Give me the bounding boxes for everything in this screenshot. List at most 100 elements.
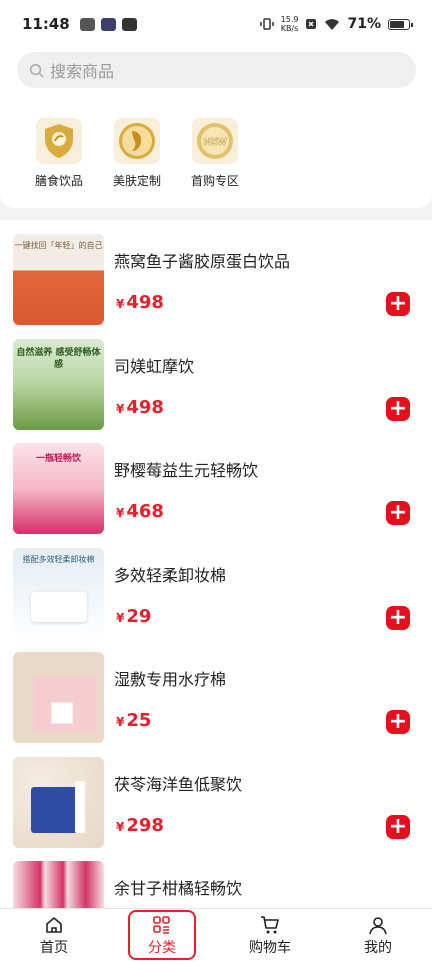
profile-icon xyxy=(369,917,387,935)
plus-icon: + xyxy=(388,395,408,421)
currency-symbol: ¥ xyxy=(116,715,125,729)
poria-drink-sachet xyxy=(75,780,85,833)
nav-label: 首页 xyxy=(40,940,68,956)
product-price: ¥298 xyxy=(116,815,164,836)
product-item[interactable]: 湿敷专用水疗棉 ¥25 + xyxy=(0,638,432,743)
product-image: 一键找回「年轻」的自己 xyxy=(13,234,104,325)
currency-symbol: ¥ xyxy=(116,506,125,520)
cotton-pad-box xyxy=(31,591,87,622)
price-value: 498 xyxy=(126,396,164,418)
plus-icon: + xyxy=(388,709,408,734)
add-to-cart-button[interactable]: + xyxy=(386,710,410,734)
product-name: 多效轻柔卸妆棉 xyxy=(114,565,227,585)
wifi-icon xyxy=(325,18,340,30)
currency-symbol: ¥ xyxy=(116,297,125,311)
product-name: 余甘子柑橘轻畅饮 xyxy=(114,879,243,898)
top-area: 搜索商品 膳食饮品 美肤定制 NEW 首购专区 xyxy=(0,48,432,208)
bottom-nav: 首页 分类 购物车 我的 xyxy=(0,908,432,964)
add-to-cart-button[interactable]: + xyxy=(386,604,410,630)
nav-label: 购物车 xyxy=(249,940,291,956)
product-image-caption: 一键找回「年轻」的自己 xyxy=(14,241,103,250)
price-value: 25 xyxy=(126,710,152,731)
category-label: 美肤定制 xyxy=(112,174,161,188)
message-app-icon xyxy=(121,17,137,31)
status-bar: 11:48 15.9 KB/s 71% xyxy=(0,0,432,48)
product-image xyxy=(13,652,104,743)
add-to-cart-button[interactable]: + xyxy=(386,813,410,839)
plus-icon: + xyxy=(388,500,408,525)
nav-label: 我的 xyxy=(364,940,392,956)
new-badge-icon: NEW xyxy=(192,118,238,164)
add-to-cart-button[interactable]: + xyxy=(386,292,410,316)
active-tab-highlight xyxy=(128,910,196,960)
battery-icon xyxy=(388,18,413,30)
nav-profile[interactable]: 我的 xyxy=(324,909,432,964)
product-price: ¥498 xyxy=(116,292,164,313)
nav-home[interactable]: 首页 xyxy=(0,909,108,964)
nav-cart[interactable]: 购物车 xyxy=(216,909,324,964)
category-label: 首购专区 xyxy=(190,174,239,188)
price-value: 29 xyxy=(126,605,152,627)
category-dietary[interactable]: 膳食饮品 xyxy=(20,114,98,189)
product-name: 燕窝鱼子酱胶原蛋白饮品 xyxy=(114,252,291,271)
home-icon xyxy=(46,917,62,933)
price-value: 298 xyxy=(126,814,164,836)
product-list: 一键找回「年轻」的自己 燕窝鱼子酱胶原蛋白饮品 ¥498 + 自然滋养 感受舒畅… xyxy=(0,220,432,952)
svg-text:NEW: NEW xyxy=(203,137,227,148)
product-item[interactable]: 搭配多效轻柔卸妆棉 多效轻柔卸妆棉 ¥29 + xyxy=(0,534,432,639)
plus-icon: + xyxy=(388,291,408,316)
product-image: 自然滋养 感受舒畅体感 xyxy=(13,338,104,430)
search-placeholder: 搜索商品 xyxy=(50,62,115,81)
product-item[interactable]: 一瓶轻畅饮 野樱莓益生元轻畅饮 ¥468 + xyxy=(0,429,432,534)
product-item[interactable]: 自然滋养 感受舒畅体感 司媄虹摩饮 ¥498 + xyxy=(0,325,432,430)
search-input[interactable]: 搜索商品 xyxy=(17,52,416,88)
spa-cotton-pad xyxy=(51,702,73,724)
currency-symbol: ¥ xyxy=(116,819,125,834)
app-screen: 11:48 15.9 KB/s 71% 搜索商品 膳食饮品 美肤定制 NEW 首… xyxy=(0,0,432,964)
product-price: ¥25 xyxy=(116,710,151,731)
status-left: 11:48 xyxy=(22,15,137,33)
product-price: ¥498 xyxy=(116,397,164,418)
product-image: 一瓶轻畅饮 xyxy=(13,443,104,534)
price-value: 468 xyxy=(126,501,164,522)
net-speed: 15.9 KB/s xyxy=(281,15,299,33)
vibrate-icon xyxy=(259,18,274,30)
search-icon xyxy=(29,63,44,77)
status-right: 15.9 KB/s 71% xyxy=(259,15,413,33)
notification-app-icon xyxy=(79,17,95,31)
product-image-caption: 搭配多效轻柔卸妆棉 xyxy=(22,554,95,564)
plus-icon: + xyxy=(388,604,408,630)
product-name: 野樱莓益生元轻畅饮 xyxy=(114,461,259,480)
product-image-caption: 自然滋养 感受舒畅体感 xyxy=(16,347,101,370)
status-time: 11:48 xyxy=(22,15,70,33)
product-image xyxy=(13,756,104,848)
plus-icon: + xyxy=(388,813,408,839)
product-image-caption: 一瓶轻畅饮 xyxy=(35,454,81,464)
currency-symbol: ¥ xyxy=(116,610,125,625)
add-to-cart-button[interactable]: + xyxy=(386,395,410,421)
no-sim-icon xyxy=(306,19,317,29)
battery-percent: 71% xyxy=(347,16,381,32)
add-to-cart-button[interactable]: + xyxy=(386,501,410,525)
dietary-shield-icon xyxy=(36,118,82,164)
product-name: 茯苓海洋鱼低聚饮 xyxy=(114,774,243,794)
net-speed-unit: KB/s xyxy=(280,24,299,33)
product-name: 司媄虹摩饮 xyxy=(114,356,195,376)
product-price: ¥29 xyxy=(116,606,151,627)
product-name: 湿敷专用水疗棉 xyxy=(114,670,227,689)
net-speed-value: 15.9 xyxy=(280,15,299,24)
product-price: ¥468 xyxy=(116,501,164,522)
poria-drink-box xyxy=(31,786,79,833)
category-first-purchase[interactable]: NEW 首购专区 xyxy=(176,114,254,189)
category-beauty[interactable]: 美肤定制 xyxy=(98,114,176,189)
play-store-icon xyxy=(100,17,116,31)
product-item[interactable]: 一键找回「年轻」的自己 燕窝鱼子酱胶原蛋白饮品 ¥498 + xyxy=(0,220,432,325)
category-row: 膳食饮品 美肤定制 NEW 首购专区 xyxy=(20,114,254,189)
category-label: 膳食饮品 xyxy=(34,174,83,188)
product-item[interactable]: 茯苓海洋鱼低聚饮 ¥298 + xyxy=(0,743,432,848)
currency-symbol: ¥ xyxy=(116,401,125,416)
price-value: 498 xyxy=(126,292,164,313)
product-image: 搭配多效轻柔卸妆棉 xyxy=(13,547,104,639)
beauty-face-icon xyxy=(114,118,160,164)
cart-icon xyxy=(261,916,279,934)
